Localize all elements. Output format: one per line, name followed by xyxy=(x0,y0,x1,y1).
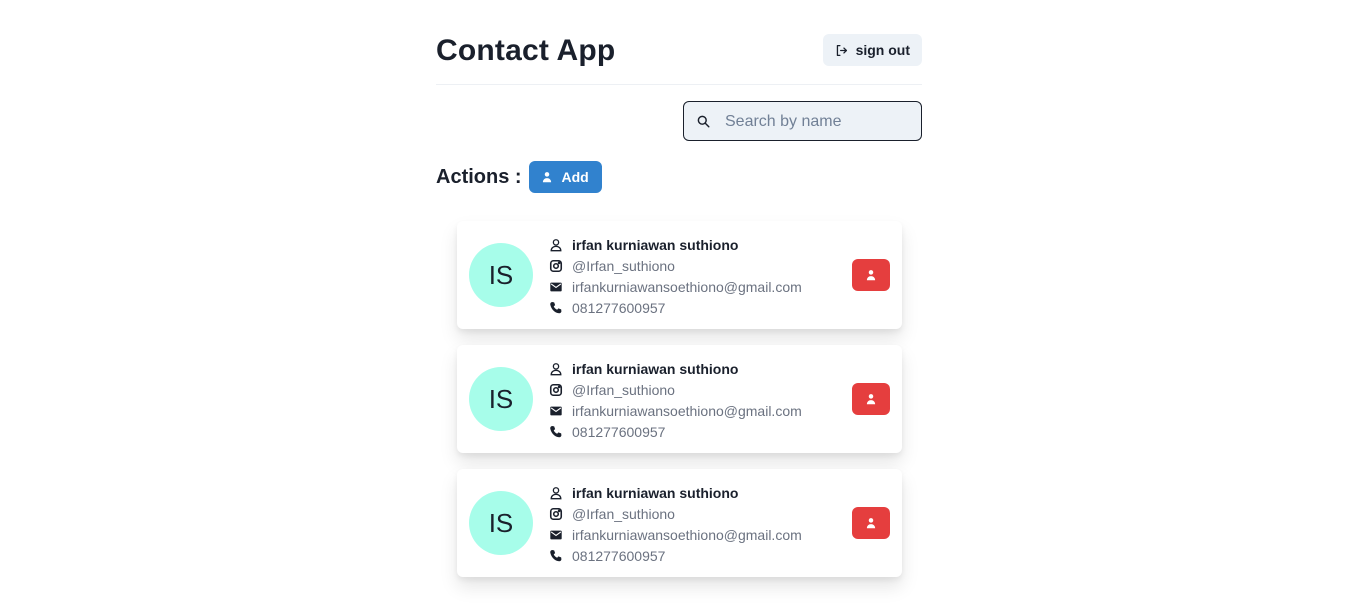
search-input[interactable] xyxy=(723,102,917,142)
contact-email-row: irfankurniawansoethiono@gmail.com xyxy=(549,524,802,545)
contact-instagram: @Irfan_suthiono xyxy=(572,257,675,274)
contact-name: irfan kurniawan suthiono xyxy=(572,484,739,501)
avatar: IS xyxy=(469,491,533,555)
add-label: Add xyxy=(561,169,589,185)
phone-icon xyxy=(549,425,572,439)
phone-icon xyxy=(549,301,572,315)
mail-icon xyxy=(549,280,572,294)
sign-out-label: sign out xyxy=(855,42,910,58)
contact-instagram: @Irfan_suthiono xyxy=(572,381,675,398)
instagram-icon xyxy=(549,259,572,273)
add-contact-button[interactable]: Add xyxy=(528,161,602,193)
contact-name: irfan kurniawan suthiono xyxy=(572,360,739,377)
avatar: IS xyxy=(469,367,533,431)
contact-info: irfan kurniawan suthiono @Irfan_suthiono… xyxy=(549,358,802,442)
contact-name-row: irfan kurniawan suthiono xyxy=(549,358,802,379)
contact-phone: 081277600957 xyxy=(572,547,666,564)
contact-card: IS irfan kurniawan suthiono @Irfan_suthi… xyxy=(457,221,902,329)
avatar: IS xyxy=(469,243,533,307)
delete-contact-button[interactable] xyxy=(852,259,890,291)
contact-email-row: irfankurniawansoethiono@gmail.com xyxy=(549,400,802,421)
delete-user-icon xyxy=(865,517,877,529)
contact-card: IS irfan kurniawan suthiono @Irfan_suthi… xyxy=(457,469,902,577)
user-icon xyxy=(549,486,572,500)
page-title: Contact App xyxy=(436,34,616,67)
contact-instagram-row: @Irfan_suthiono xyxy=(549,503,802,524)
contact-email: irfankurniawansoethiono@gmail.com xyxy=(572,526,802,543)
contact-phone-row: 081277600957 xyxy=(549,545,802,566)
delete-user-icon xyxy=(865,393,877,405)
contact-instagram-row: @Irfan_suthiono xyxy=(549,379,802,400)
contact-email: irfankurniawansoethiono@gmail.com xyxy=(572,278,802,295)
actions-label: Actions : xyxy=(436,165,522,188)
add-user-icon xyxy=(541,171,553,183)
mail-icon xyxy=(549,404,572,418)
app-header: Contact App sign out xyxy=(436,30,922,85)
contact-email: irfankurniawansoethiono@gmail.com xyxy=(572,402,802,419)
contact-info: irfan kurniawan suthiono @Irfan_suthiono… xyxy=(549,482,802,566)
user-icon xyxy=(549,238,572,252)
contact-instagram: @Irfan_suthiono xyxy=(572,505,675,522)
instagram-icon xyxy=(549,383,572,397)
search-box xyxy=(683,101,922,142)
contact-info: irfan kurniawan suthiono @Irfan_suthiono… xyxy=(549,234,802,318)
contact-phone-row: 081277600957 xyxy=(549,297,802,318)
sign-out-icon xyxy=(835,44,848,57)
instagram-icon xyxy=(549,507,572,521)
mail-icon xyxy=(549,528,572,542)
contact-name-row: irfan kurniawan suthiono xyxy=(549,234,802,255)
contact-name: irfan kurniawan suthiono xyxy=(572,236,739,253)
delete-contact-button[interactable] xyxy=(852,383,890,415)
user-icon xyxy=(549,362,572,376)
contact-instagram-row: @Irfan_suthiono xyxy=(549,255,802,276)
contact-name-row: irfan kurniawan suthiono xyxy=(549,482,802,503)
delete-user-icon xyxy=(865,269,877,281)
contact-card: IS irfan kurniawan suthiono @Irfan_suthi… xyxy=(457,345,902,453)
phone-icon xyxy=(549,549,572,563)
contact-phone: 081277600957 xyxy=(572,423,666,440)
contact-phone: 081277600957 xyxy=(572,299,666,316)
contact-email-row: irfankurniawansoethiono@gmail.com xyxy=(549,276,802,297)
sign-out-button[interactable]: sign out xyxy=(822,34,922,66)
contact-phone-row: 081277600957 xyxy=(549,421,802,442)
actions-bar: Actions : Add xyxy=(436,161,602,193)
delete-contact-button[interactable] xyxy=(852,507,890,539)
